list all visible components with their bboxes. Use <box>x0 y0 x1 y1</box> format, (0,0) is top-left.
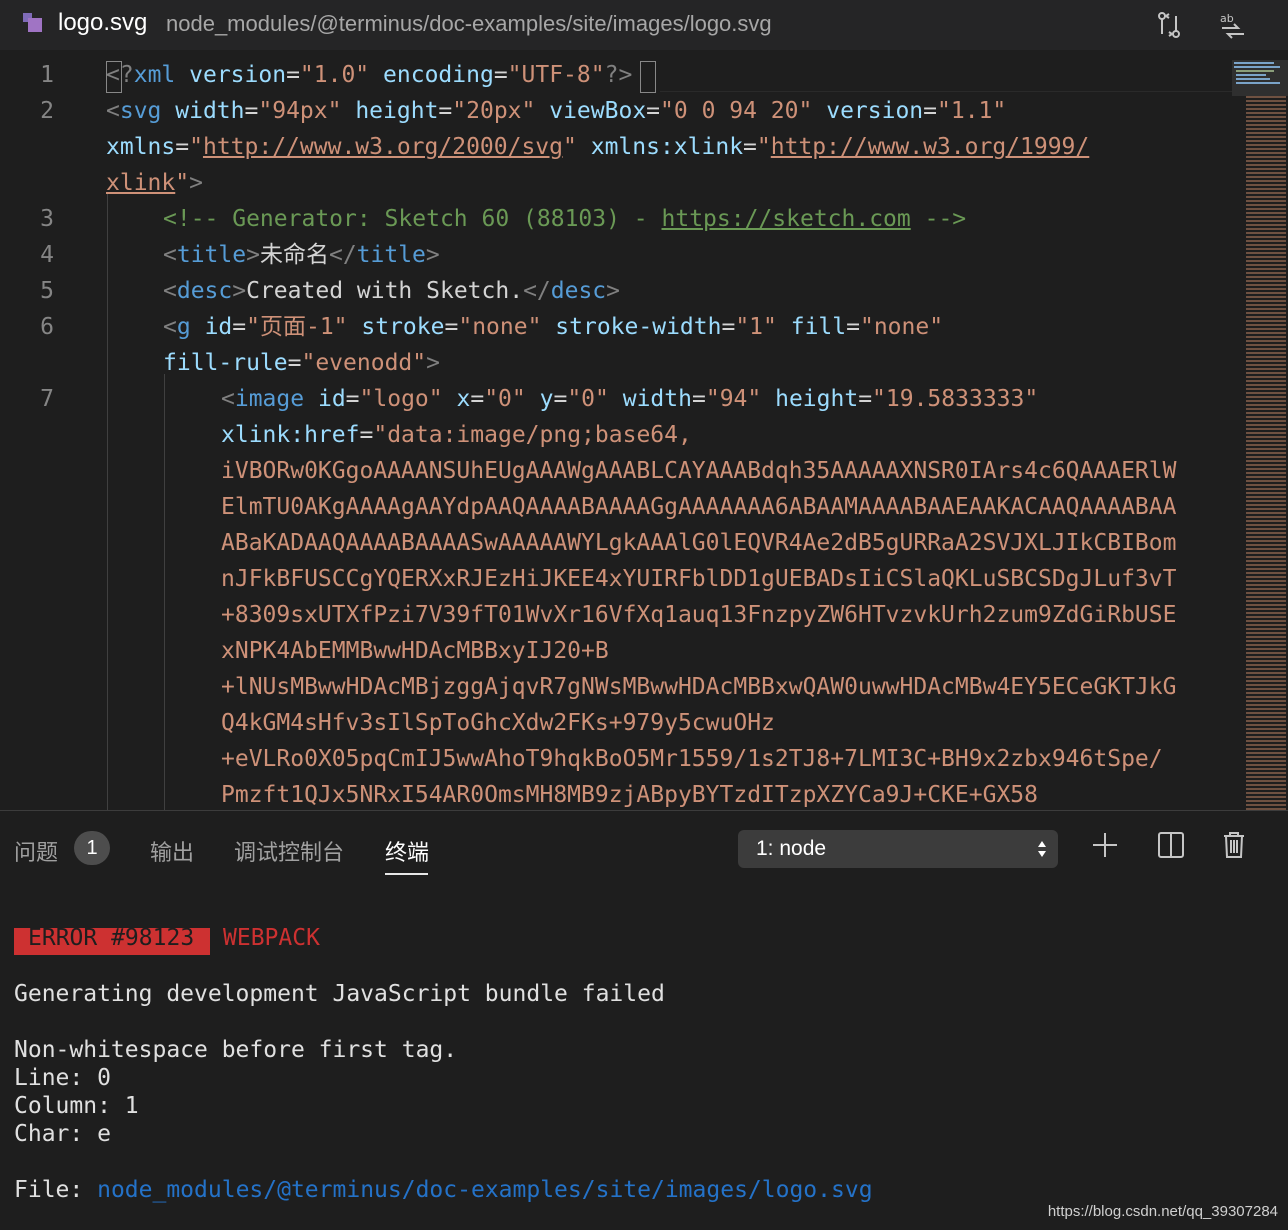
base64-line: ElmTU0AKgAAAAgAAYdpAAQAAAABAAAAGgAAAAAAA… <box>221 494 1177 520</box>
indent-guide <box>164 374 165 810</box>
plus-icon[interactable] <box>1089 829 1121 861</box>
error-source: WEBPACK <box>223 925 320 951</box>
error-detail: Column: 1 <box>14 1093 139 1119</box>
code-line-2: <svg width="94px" height="20px" viewBox=… <box>106 98 1007 124</box>
error-detail: Char: e <box>14 1121 111 1147</box>
code-line-7-wrap: xlink:href="data:image/png;base64, <box>221 422 692 448</box>
select-arrows-icon <box>1038 841 1046 857</box>
code-line-2-wrap: xmlns="http://www.w3.org/2000/svg" xmlns… <box>106 134 1090 160</box>
code-line-7: <image id="logo" x="0" y="0" width="94" … <box>221 386 1039 412</box>
bottom-panel: 问题 1 输出 调试控制台 终端 1: node ERROR #98123 WE… <box>0 811 1288 1230</box>
replace-icon[interactable]: ab <box>1218 10 1248 40</box>
code-line-6: <g id="页面-1" stroke="none" stroke-width=… <box>163 314 944 340</box>
error-message: Generating development JavaScript bundle… <box>14 981 665 1007</box>
active-tab-indicator <box>385 873 428 875</box>
base64-line: Q4kGM4sHfv3sIlSpToGhcXdw2FKs+979y5cwuOHz <box>221 710 775 736</box>
editor-tab-bar: logo.svg node_modules/@terminus/doc-exam… <box>0 0 1288 50</box>
terminal-select-value: 1: node <box>756 837 827 860</box>
line-number: 6 <box>40 314 54 340</box>
file-svg-icon <box>23 13 42 32</box>
problems-count-badge: 1 <box>74 831 110 865</box>
base64-line: ABaKADAAQAAAABAAAASwAAAAAWYLgkAAAlG0lEQV… <box>221 530 1177 556</box>
line-number: 7 <box>40 386 54 412</box>
svg-text:ab: ab <box>1220 12 1234 25</box>
base64-line: iVBORw0KGgoAAAANSUhEUgAAAWgAAABLCAYAAABd… <box>221 458 1177 484</box>
code-line-3: <!-- Generator: Sketch 60 (88103) - http… <box>163 206 967 232</box>
minimap[interactable] <box>1232 60 1288 810</box>
bracket-match-highlight <box>106 61 122 93</box>
base64-line: Pmzft1QJx5NRxI54AR0OmsMH8MB9zjABpyBYTzdI… <box>221 782 1038 808</box>
current-line-border <box>660 91 1232 92</box>
line-number: 3 <box>40 206 54 232</box>
tab-problems[interactable]: 问题 <box>14 835 58 867</box>
code-line-1: <?xml version="1.0" encoding="UTF-8"?> <box>106 62 633 88</box>
code-line-6-wrap: fill-rule="evenodd"> <box>163 350 440 376</box>
terminal-select[interactable]: 1: node <box>738 830 1058 868</box>
code-line-2-wrap2: xlink"> <box>106 170 203 196</box>
error-detail: Line: 0 <box>14 1065 111 1091</box>
tab-output[interactable]: 输出 <box>150 835 194 867</box>
compare-changes-icon[interactable] <box>1154 10 1184 40</box>
tab-debug-console[interactable]: 调试控制台 <box>234 835 344 867</box>
bracket-match-highlight <box>640 61 656 93</box>
error-file-link[interactable]: node_modules/@terminus/doc-examples/site… <box>97 1177 872 1203</box>
base64-line: +lNUsMBwwHDAcMBjzggAjqvR7gNWsMBwwHDAcMBB… <box>221 674 1177 700</box>
file-name[interactable]: logo.svg <box>58 9 147 37</box>
code-editor[interactable]: 1 2 3 4 5 6 7 <?xml version="1.0" encodi… <box>0 50 1288 810</box>
error-label: ERROR #98123 <box>28 925 195 951</box>
line-number: 5 <box>40 278 54 304</box>
base64-line: +8309sxUTXfPzi7V39fT01WvXr16VfXq1auq13Fn… <box>221 602 1177 628</box>
error-detail: Non-whitespace before first tag. <box>14 1037 458 1063</box>
code-line-4: <title>未命名</title> <box>163 242 440 268</box>
code-line-5: <desc>Created with Sketch.</desc> <box>163 278 621 304</box>
base64-line: +eVLRo0X05pqCmIJ5wwAhoT9hqkBoO5Mr1559/1s… <box>221 746 1163 772</box>
line-number: 2 <box>40 98 54 124</box>
indent-guide <box>107 194 108 810</box>
base64-line: nJFkBFUSCCgYQERXxRJEzHiJKEE4xYUIRFblDD1g… <box>221 566 1177 592</box>
watermark: https://blog.csdn.net/qq_39307284 <box>1047 1203 1278 1220</box>
split-icon[interactable] <box>1155 829 1187 861</box>
trash-icon[interactable] <box>1218 829 1250 861</box>
file-path: node_modules/@terminus/doc-examples/site… <box>166 11 772 36</box>
file-label: File: <box>14 1177 98 1203</box>
error-file-line: File: node_modules/@terminus/doc-example… <box>14 1177 873 1203</box>
line-number: 1 <box>40 62 54 88</box>
base64-line: xNPK4AbEMMBwwHDAcMBBxyIJ20+B <box>221 638 609 664</box>
tab-terminal[interactable]: 终端 <box>385 835 429 867</box>
line-number: 4 <box>40 242 54 268</box>
